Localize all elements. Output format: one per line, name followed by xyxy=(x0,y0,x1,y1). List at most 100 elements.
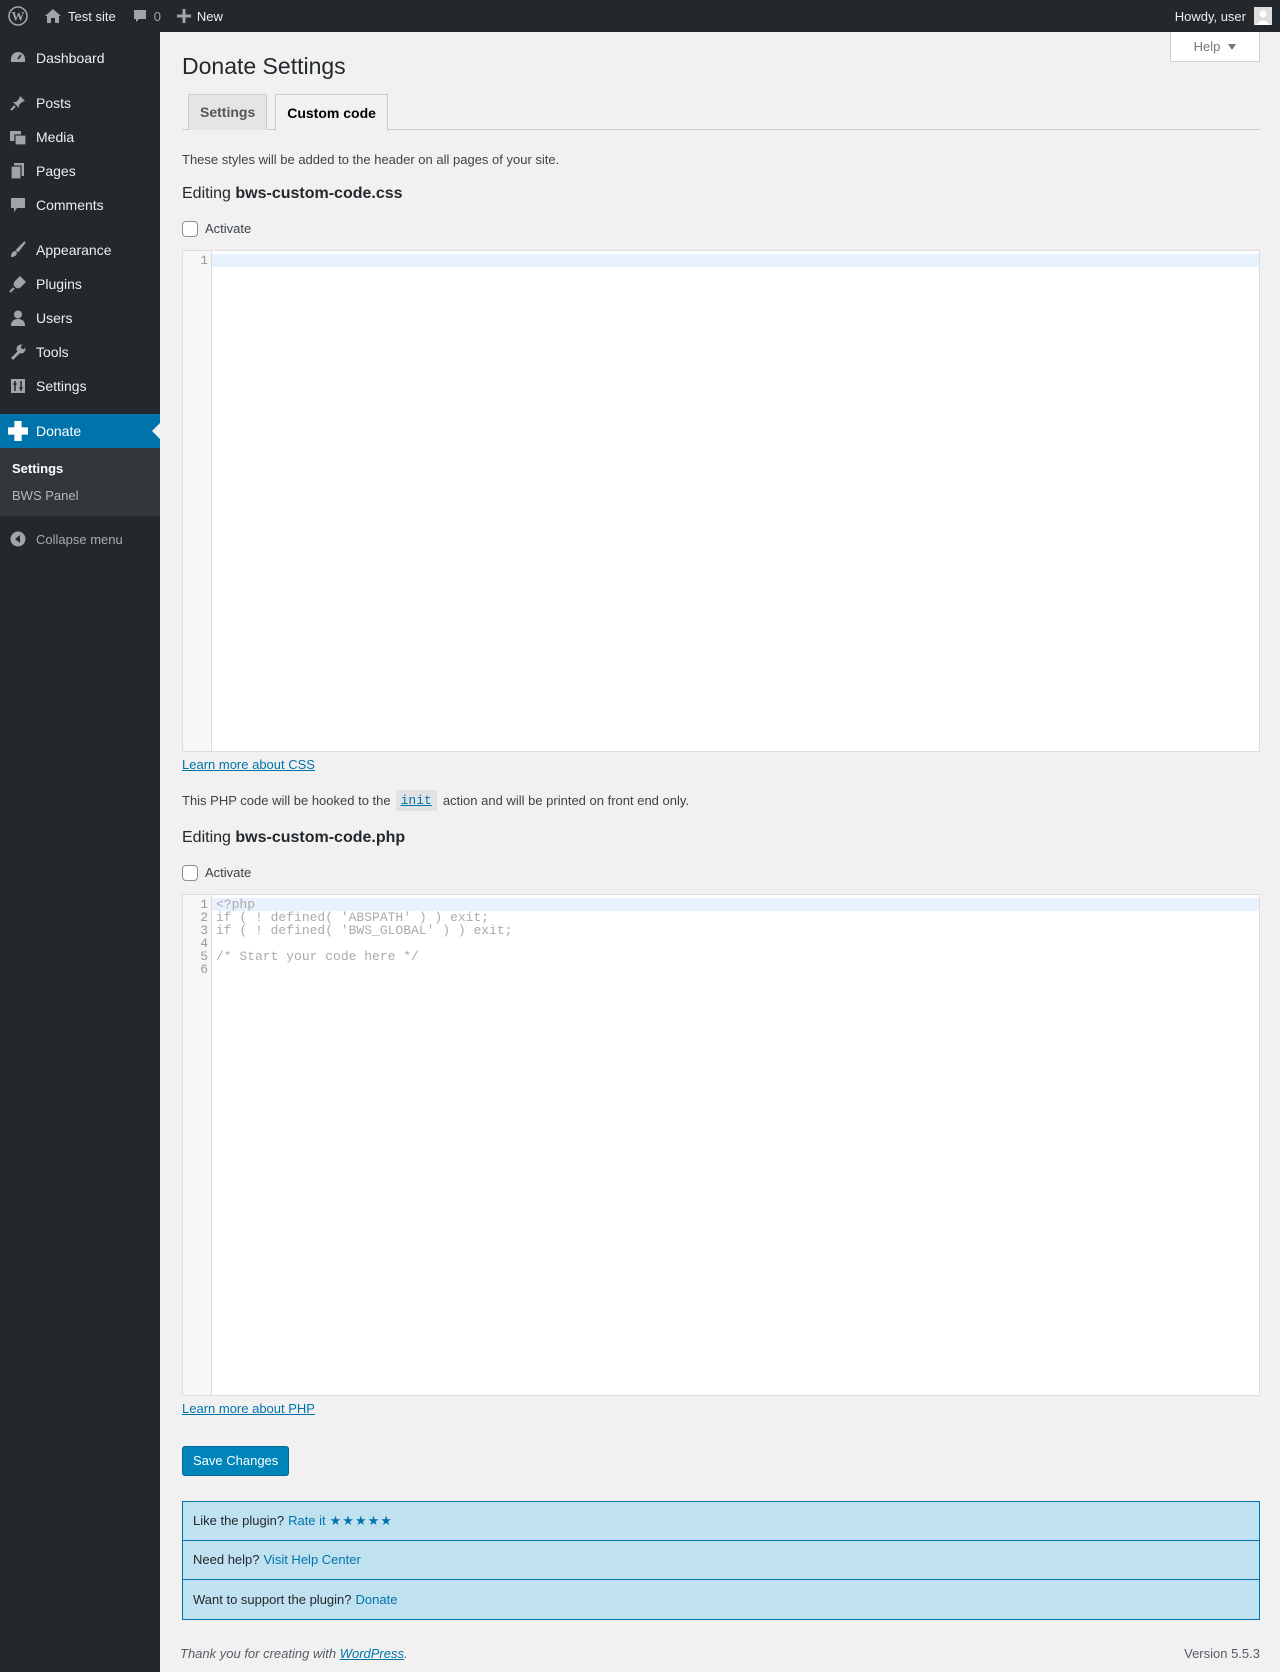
help-row: Need help? Visit Help Center xyxy=(183,1541,1259,1580)
footer-thanks: Thank you for creating with WordPress. xyxy=(180,1646,408,1661)
submenu-item-settings[interactable]: Settings xyxy=(0,455,160,482)
code-line[interactable]: <?php xyxy=(212,897,1259,911)
line-gutter: 1 2 3 4 5 6 xyxy=(183,894,212,1395)
support-row: Want to support the plugin? Donate xyxy=(183,1580,1259,1619)
sidebar-item-users[interactable]: Users xyxy=(0,301,160,335)
collapse-arrow-icon xyxy=(8,529,28,549)
css-activate-checkbox[interactable] xyxy=(182,220,198,237)
sidebar-item-label: Posts xyxy=(36,95,72,111)
sidebar-item-tools[interactable]: Tools xyxy=(0,335,160,369)
sidebar-item-label: Media xyxy=(36,129,75,145)
rate-row: Like the plugin? Rate it ★★★★★ xyxy=(183,1502,1259,1541)
page-icon xyxy=(8,161,28,181)
php-editing-title: Editing bws-custom-code.php xyxy=(182,829,1260,847)
comment-bubble-icon xyxy=(132,8,148,24)
tab-bar: Settings Custom code xyxy=(182,93,1260,131)
line-number: 4 xyxy=(200,935,208,951)
page-title: Donate Settings xyxy=(182,53,346,79)
sidebar-item-label: Appearance xyxy=(36,242,112,258)
wordpress-link[interactable]: WordPress xyxy=(340,1646,404,1661)
sidebar-item-dashboard[interactable]: Dashboard xyxy=(0,41,160,75)
css-editing-prefix: Editing xyxy=(182,184,231,202)
sidebar-item-media[interactable]: Media xyxy=(0,120,160,154)
settings-icon xyxy=(8,376,28,396)
donate-link[interactable]: Donate xyxy=(356,1592,398,1607)
php-editing-prefix: Editing xyxy=(182,828,231,846)
plus-icon xyxy=(176,9,191,23)
comments-link[interactable]: 0 xyxy=(124,0,169,32)
sidebar-item-pages[interactable]: Pages xyxy=(0,154,160,188)
help-center-link[interactable]: Visit Help Center xyxy=(264,1552,361,1567)
tab-custom-code[interactable]: Custom code xyxy=(275,93,388,131)
collapse-menu-button[interactable]: Collapse menu xyxy=(0,522,160,556)
php-description: This PHP code will be hooked to the init… xyxy=(182,789,1260,811)
line-number: 5 xyxy=(200,948,208,964)
sidebar-item-appearance[interactable]: Appearance xyxy=(0,233,160,267)
learn-more-php-link[interactable]: Learn more about PHP xyxy=(182,1401,315,1416)
avatar xyxy=(1254,7,1272,25)
line-gutter: 1 xyxy=(183,250,212,751)
php-code-editor[interactable]: 1 2 3 4 5 6 <?php if ( ! defined( 'ABSPA… xyxy=(182,893,1260,1396)
plugin-notice-box: Like the plugin? Rate it ★★★★★ Need help… xyxy=(182,1500,1260,1620)
init-hook-link[interactable]: init xyxy=(395,789,437,811)
version-label: Version 5.5.3 xyxy=(1184,1645,1260,1661)
code-line[interactable]: /* Start your code here */ xyxy=(212,950,1259,963)
line-number: 6 xyxy=(200,961,208,977)
code-line[interactable]: if ( ! defined( 'ABSPATH' ) ) exit; xyxy=(212,911,1259,924)
tab-settings[interactable]: Settings xyxy=(188,93,268,130)
account-menu[interactable]: Howdy, user xyxy=(1167,0,1280,32)
media-icon xyxy=(8,127,28,147)
sidebar-item-settings[interactable]: Settings xyxy=(0,369,160,403)
css-code-editor[interactable]: 1 xyxy=(182,249,1260,752)
code-line[interactable]: if ( ! defined( 'BWS_GLOBAL' ) ) exit; xyxy=(212,924,1259,937)
footer-thanks-after: . xyxy=(404,1645,408,1661)
admin-bar: W Test site 0 New Howdy, user xyxy=(0,0,1280,32)
code-area[interactable] xyxy=(212,251,1259,751)
save-changes-button[interactable]: Save Changes xyxy=(182,1445,290,1476)
site-name-link[interactable]: Test site xyxy=(36,0,124,32)
code-line[interactable] xyxy=(212,963,1259,976)
line-number: 1 xyxy=(200,252,208,268)
sidebar-item-posts[interactable]: Posts xyxy=(0,86,160,120)
css-activate-label: Activate xyxy=(205,221,252,237)
php-activate-row: Activate xyxy=(182,864,1260,881)
php-filename: bws-custom-code.php xyxy=(235,828,406,846)
sidebar-item-label: Dashboard xyxy=(36,50,105,66)
brush-icon xyxy=(8,240,28,260)
code-area[interactable]: <?php if ( ! defined( 'ABSPATH' ) ) exit… xyxy=(212,895,1259,1395)
help-text: Need help? xyxy=(193,1552,260,1568)
help-button[interactable]: Help xyxy=(1170,32,1260,62)
sidebar-item-label: Donate xyxy=(36,423,82,439)
howdy-label: Howdy, user xyxy=(1174,8,1246,24)
css-editing-title: Editing bws-custom-code.css xyxy=(182,185,1260,203)
admin-footer: Thank you for creating with WordPress. V… xyxy=(160,1635,1280,1671)
submenu-item-bws-panel[interactable]: BWS Panel xyxy=(0,482,160,509)
sidebar-item-comments[interactable]: Comments xyxy=(0,188,160,222)
code-line[interactable] xyxy=(212,253,1259,267)
rate-link[interactable]: Rate it xyxy=(288,1513,326,1528)
sidebar-item-donate[interactable]: Donate xyxy=(0,414,160,448)
svg-text:W: W xyxy=(12,9,25,24)
line-number: 3 xyxy=(200,922,208,938)
sidebar-item-plugins[interactable]: Plugins xyxy=(0,267,160,301)
learn-more-css-link[interactable]: Learn more about CSS xyxy=(182,757,315,772)
comment-icon xyxy=(8,195,28,215)
rating-stars-icon[interactable]: ★★★★★ xyxy=(330,1513,393,1529)
rate-text: Like the plugin? xyxy=(193,1513,285,1529)
new-content-link[interactable]: New xyxy=(169,0,231,32)
wordpress-logo-icon[interactable]: W xyxy=(0,0,36,32)
sidebar-item-label: Tools xyxy=(36,344,69,360)
sidebar-item-label: Users xyxy=(36,310,73,326)
code-line[interactable] xyxy=(212,937,1259,950)
php-desc-after: action and will be printed on front end … xyxy=(442,792,690,808)
user-icon xyxy=(8,308,28,328)
pin-icon xyxy=(8,93,28,113)
sidebar-item-label: Plugins xyxy=(36,276,82,292)
php-activate-checkbox[interactable] xyxy=(182,864,198,881)
support-text: Want to support the plugin? xyxy=(193,1591,352,1607)
line-number: 2 xyxy=(200,909,208,925)
main-content: Help Donate Settings Settings Custom cod… xyxy=(160,32,1280,1620)
sidebar-item-label: Settings xyxy=(36,378,87,394)
collapse-menu-label: Collapse menu xyxy=(36,531,123,547)
home-icon xyxy=(44,8,62,24)
